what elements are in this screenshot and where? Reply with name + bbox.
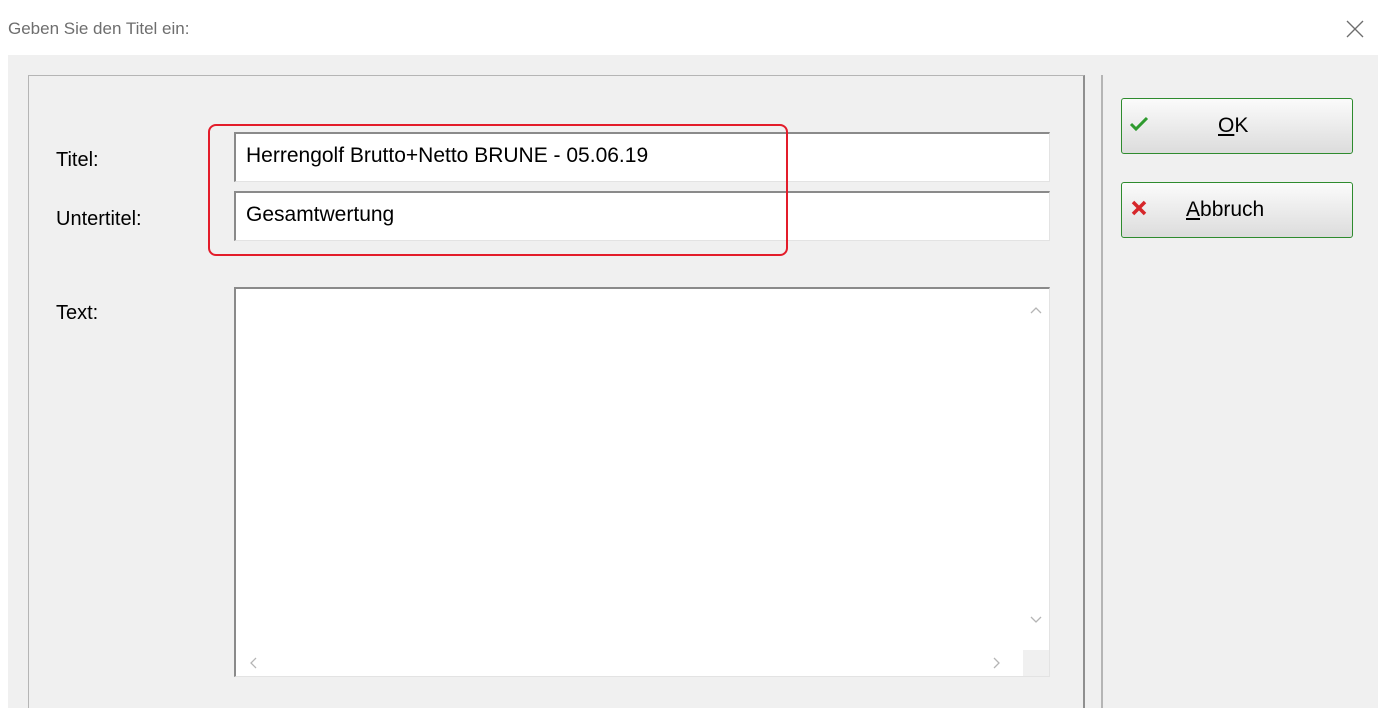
ok-label-rest: K [1234, 114, 1249, 137]
close-icon [1346, 20, 1364, 38]
cancel-mnemonic: A [1186, 198, 1201, 221]
scrollbar-corner [1023, 650, 1049, 676]
text-label: Text: [56, 302, 99, 324]
x-mark-icon [1131, 200, 1147, 216]
text-area[interactable] [234, 287, 1050, 677]
vertical-scrollbar[interactable] [1023, 289, 1049, 639]
dialog-title: Geben Sie den Titel ein: [8, 19, 190, 38]
cancel-label-rest: bbruch [1200, 198, 1265, 221]
dialog-client-area: Titel: Herrengolf Brutto+Netto BRUNE - 0… [8, 55, 1378, 708]
cancel-button[interactable]: Abbruch [1121, 182, 1353, 238]
ok-mnemonic: O [1218, 114, 1235, 137]
title-label: Titel: [56, 149, 99, 171]
subtitle-input[interactable]: Gesamtwertung [234, 191, 1050, 241]
title-bar: Geben Sie den Titel ein: [0, 0, 1378, 55]
scroll-up-icon[interactable] [1028, 303, 1044, 319]
ok-button-label: OK [1218, 114, 1248, 138]
horizontal-scrollbar[interactable] [236, 650, 1020, 676]
checkmark-icon [1129, 116, 1149, 132]
close-button[interactable] [1340, 14, 1370, 44]
ok-button[interactable]: OK [1121, 98, 1353, 154]
title-input[interactable]: Herrengolf Brutto+Netto BRUNE - 05.06.19 [234, 132, 1050, 182]
subtitle-label: Untertitel: [56, 208, 142, 230]
scroll-left-icon[interactable] [246, 655, 262, 671]
scroll-down-icon[interactable] [1028, 611, 1044, 627]
panel-divider [1101, 75, 1103, 708]
scroll-right-icon[interactable] [988, 655, 1004, 671]
dialog-window: Geben Sie den Titel ein: Titel: Herrengo… [0, 0, 1378, 708]
cancel-button-label: Abbruch [1186, 198, 1264, 222]
